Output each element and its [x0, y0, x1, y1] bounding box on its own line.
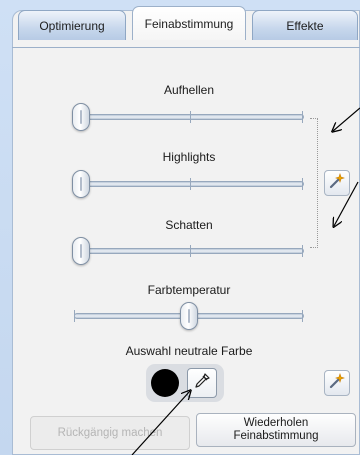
- aufhellen-label: Aufhellen: [163, 83, 215, 97]
- auto-fix-group-bracket: [310, 118, 318, 248]
- eyedropper-icon: [193, 372, 211, 395]
- magic-wand-icon: [328, 172, 346, 195]
- aufhellen-slider-end-tick: [302, 111, 303, 123]
- highlights-slider-center-tick: [190, 178, 191, 190]
- aufhellen-slider-center-tick: [190, 111, 191, 123]
- tab-optimierung-label: Optimierung: [39, 18, 105, 33]
- redo-button-label: Wiederholen Feinabstimmung: [233, 417, 318, 443]
- schatten-label: Schatten: [165, 218, 213, 232]
- farbtemperatur-slider-thumb[interactable]: [180, 302, 198, 330]
- auto-fix-color-button[interactable]: [324, 370, 350, 396]
- farbtemperatur-slider[interactable]: [74, 302, 304, 330]
- schatten-slider-end-tick: [302, 245, 303, 257]
- highlights-slider[interactable]: [72, 170, 304, 198]
- farbtemperatur-label: Farbtemperatur: [147, 283, 231, 297]
- highlights-slider-end-tick: [302, 178, 303, 190]
- aufhellen-slider[interactable]: [72, 103, 304, 131]
- schatten-slider-thumb[interactable]: [72, 237, 90, 265]
- redo-button-label-line2: Feinabstimmung: [233, 430, 319, 442]
- schatten-slider-track: [74, 248, 304, 254]
- tab-divider: [12, 47, 360, 48]
- redo-button[interactable]: Wiederholen Feinabstimmung: [196, 413, 356, 447]
- auto-fix-lighting-button[interactable]: [324, 170, 350, 196]
- tab-optimierung[interactable]: Optimierung: [18, 10, 126, 40]
- schatten-slider-center-tick: [190, 245, 191, 257]
- tab-effekte[interactable]: Effekte: [252, 10, 358, 40]
- neutral-color-swatch: [151, 369, 179, 397]
- neutral-color-label: Auswahl neutrale Farbe: [125, 344, 253, 358]
- aufhellen-slider-thumb[interactable]: [72, 103, 90, 131]
- highlights-slider-thumb[interactable]: [72, 170, 90, 198]
- eyedropper-button[interactable]: [187, 368, 217, 398]
- tab-effekte-label: Effekte: [286, 18, 324, 33]
- schatten-slider[interactable]: [72, 237, 304, 265]
- redo-button-label-line1: Wiederholen: [243, 417, 309, 429]
- undo-button-label: Rückgängig machen: [57, 426, 163, 439]
- undo-button[interactable]: Rückgängig machen: [30, 416, 190, 450]
- tab-feinabstimmung-label: Feinabstimmung: [144, 16, 234, 31]
- farbtemperatur-slider-end-tick: [302, 310, 303, 322]
- highlights-label: Highlights: [162, 150, 216, 164]
- farbtemperatur-slider-start-tick: [74, 310, 75, 322]
- aufhellen-slider-track: [74, 114, 304, 120]
- magic-wand-icon: [328, 372, 346, 395]
- highlights-slider-track: [74, 181, 304, 187]
- tab-feinabstimmung[interactable]: Feinabstimmung: [132, 6, 246, 40]
